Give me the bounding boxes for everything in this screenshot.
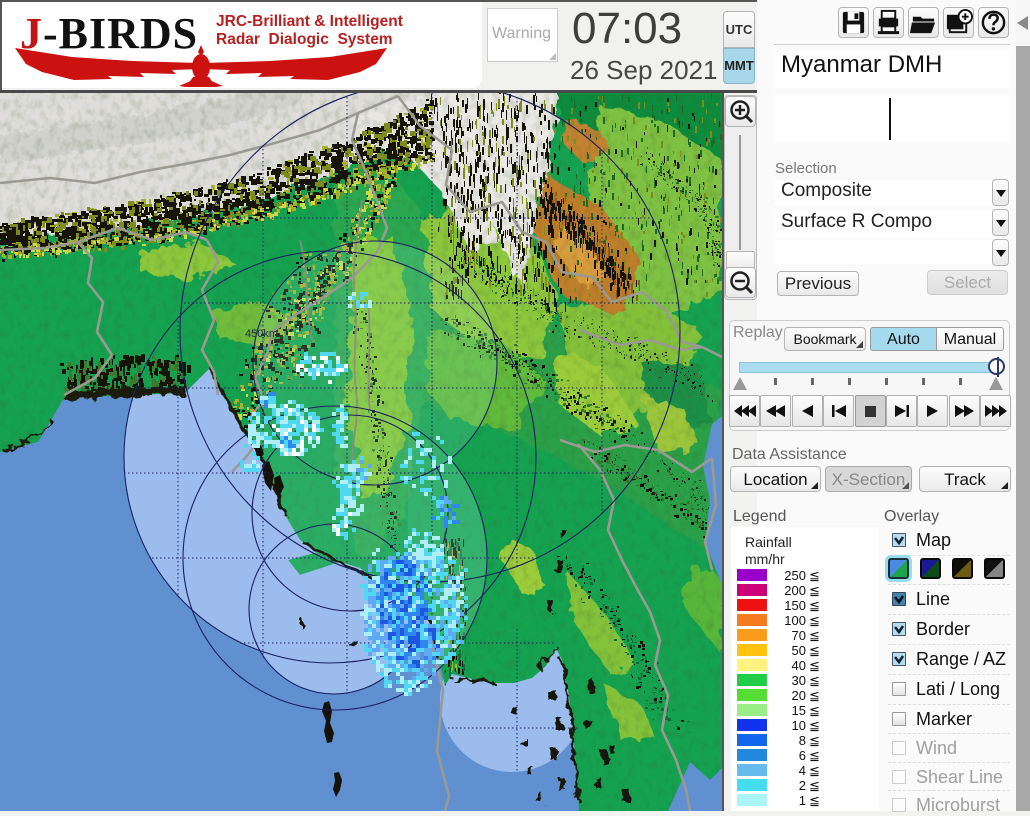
svg-text:450km: 450km xyxy=(245,328,278,340)
